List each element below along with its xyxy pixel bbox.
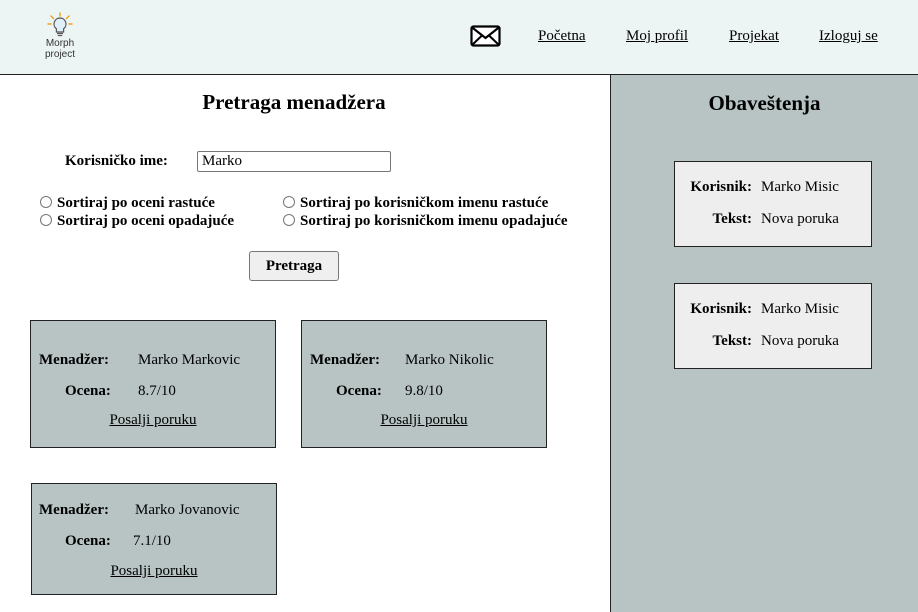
notification-text: Nova poruka <box>761 333 839 349</box>
username-input[interactable] <box>197 151 391 172</box>
text-label: Tekst: <box>712 211 752 227</box>
radio-circle[interactable] <box>40 214 52 226</box>
search-button[interactable]: Pretraga <box>249 251 339 281</box>
nav-profile-link[interactable]: Moj profil <box>626 28 688 45</box>
manager-rating: 9.8/10 <box>405 383 443 399</box>
manager-rating: 7.1/10 <box>133 533 171 549</box>
radio-label: Sortiraj po korisničkom imenu rastuće <box>300 195 549 211</box>
manager-label: Menadžer: <box>39 502 109 518</box>
rating-label: Ocena: <box>65 533 111 549</box>
notifications-title: Obaveštenja <box>708 91 821 115</box>
manager-card: Menadžer: Marko Jovanovic Ocena: 7.1/10 … <box>31 483 277 595</box>
radio-circle[interactable] <box>283 196 295 208</box>
sort-username-desc-radio[interactable]: Sortiraj po korisničkom imenu opadajuće <box>283 213 568 230</box>
mail-icon[interactable] <box>470 25 501 47</box>
radio-circle[interactable] <box>283 214 295 226</box>
username-label: Korisničko ime: <box>65 153 168 169</box>
sort-rating-asc-radio[interactable]: Sortiraj po oceni rastuće <box>40 195 215 212</box>
rating-label: Ocena: <box>65 383 111 399</box>
send-message-link[interactable]: Posalji poruku <box>32 563 276 580</box>
manager-name: Marko Nikolic <box>405 352 494 368</box>
send-message-link[interactable]: Posalji poruku <box>31 412 275 429</box>
nav-home-link[interactable]: Početna <box>538 28 585 45</box>
manager-rating: 8.7/10 <box>138 383 176 399</box>
radio-label: Sortiraj po korisničkom imenu opadajuće <box>300 213 568 229</box>
sort-rating-desc-radio[interactable]: Sortiraj po oceni opadajuće <box>40 213 234 230</box>
rating-label: Ocena: <box>336 383 382 399</box>
notification-user: Marko Misic <box>761 301 839 317</box>
radio-label: Sortiraj po oceni opadajuće <box>57 213 235 229</box>
notifications-panel: Obaveštenja Korisnik: Marko Misic Tekst:… <box>610 75 918 612</box>
notification-user: Marko Misic <box>761 179 839 195</box>
page-title: Pretraga menadžera <box>202 90 386 114</box>
user-label: Korisnik: <box>690 301 752 317</box>
manager-name: Marko Jovanovic <box>135 502 240 518</box>
notification-item[interactable]: Korisnik: Marko Misic Tekst: Nova poruka <box>674 161 872 247</box>
manager-name: Marko Markovic <box>138 352 241 368</box>
user-label: Korisnik: <box>690 179 752 195</box>
manager-label: Menadžer: <box>310 352 380 368</box>
text-label: Tekst: <box>712 333 752 349</box>
send-message-link[interactable]: Posalji poruku <box>302 412 546 429</box>
logo[interactable]: Morph project <box>38 12 82 60</box>
sort-username-asc-radio[interactable]: Sortiraj po korisničkom imenu rastuće <box>283 195 548 212</box>
header: Morph project Početna Moj profil Projeka… <box>0 0 918 75</box>
nav-project-link[interactable]: Projekat <box>729 28 779 45</box>
radio-label: Sortiraj po oceni rastuće <box>57 195 215 211</box>
notification-item[interactable]: Korisnik: Marko Misic Tekst: Nova poruka <box>674 283 872 369</box>
radio-circle[interactable] <box>40 196 52 208</box>
manager-card: Menadžer: Marko Nikolic Ocena: 9.8/10 Po… <box>301 320 547 448</box>
nav-logout-link[interactable]: Izloguj se <box>819 28 878 45</box>
manager-card: Menadžer: Marko Markovic Ocena: 8.7/10 P… <box>30 320 276 448</box>
lightbulb-logo-icon <box>47 12 73 37</box>
notification-text: Nova poruka <box>761 211 839 227</box>
manager-label: Menadžer: <box>39 352 109 368</box>
logo-text: Morph project <box>44 38 75 60</box>
